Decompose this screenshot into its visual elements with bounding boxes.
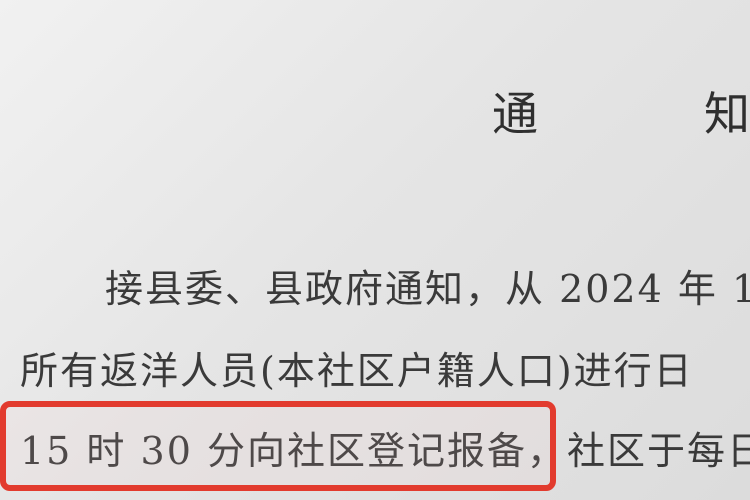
document-page: 通 知 接县委、县政府通知，从 2024 年 1 所有返洋人员(本社区户籍人口)… [0,0,750,500]
red-highlight-box [0,401,556,491]
notice-line-2: 所有返洋人员(本社区户籍人口)进行日 [20,349,694,393]
document-title: 通 知 [492,87,750,141]
notice-line-1: 接县委、县政府通知，从 2024 年 1 [105,267,750,311]
